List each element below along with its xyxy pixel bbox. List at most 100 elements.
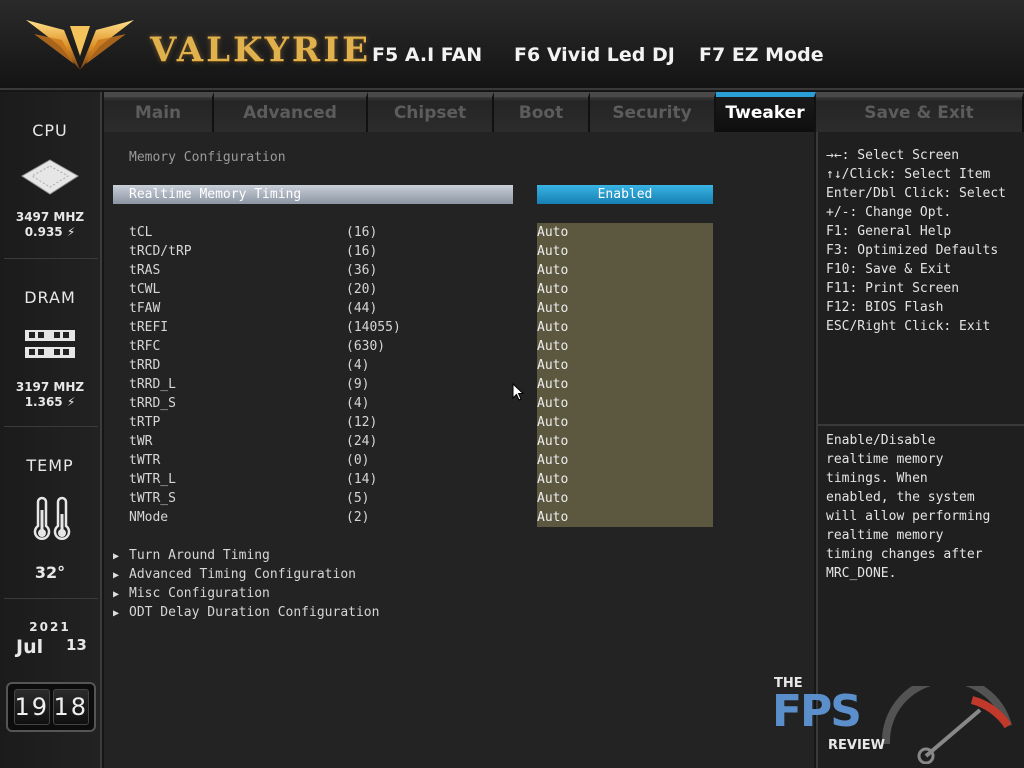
help-key-line: +/-: Change Opt.	[826, 205, 952, 220]
timing-row: tRRD_L (9) Auto	[104, 375, 814, 394]
timing-name: tRRD_S	[129, 396, 176, 411]
timing-current: (20)	[346, 282, 378, 297]
help-key-line: F3: Optimized Defaults	[826, 243, 999, 258]
timing-current: (4)	[346, 396, 370, 411]
timing-setting[interactable]: Auto	[537, 280, 713, 299]
timing-current: (0)	[346, 453, 370, 468]
help-key-line: Enter/Dbl Click: Select	[826, 186, 1007, 201]
submenu-label: Turn Around Timing	[129, 548, 270, 563]
temperature-value: 32°	[34, 563, 66, 582]
cpu-chip-icon	[21, 159, 79, 195]
timing-name: tWTR_L	[129, 472, 176, 487]
timing-setting[interactable]: Auto	[537, 394, 713, 413]
dram-voltage: 1.365	[24, 395, 63, 409]
dram-frequency: 3197 MHZ	[15, 380, 85, 394]
triangle-right-icon: ▶	[113, 551, 120, 562]
tab-bar: Main Advanced Chipset Boot Security Twea…	[104, 92, 1024, 132]
timing-name: tRRD_L	[129, 377, 176, 392]
help-description-line: realtime memory	[826, 452, 944, 467]
ez-mode-button[interactable]: F7 EZ Mode	[699, 44, 824, 66]
realtime-memory-timing-value[interactable]: Enabled	[537, 185, 713, 204]
timing-name: tREFI	[129, 320, 169, 335]
help-key-line: F12: BIOS Flash	[826, 300, 944, 315]
tab-boot[interactable]: Boot	[494, 92, 590, 132]
tab-main[interactable]: Main	[104, 92, 214, 132]
timing-row: tWTR (0) Auto	[104, 451, 814, 470]
timing-row: NMode (2) Auto	[104, 508, 814, 527]
cpu-voltage-row: 0.935 ⚡	[0, 225, 100, 239]
timing-setting[interactable]: Auto	[537, 413, 713, 432]
timing-row: tRRD (4) Auto	[104, 356, 814, 375]
timing-current: (16)	[346, 225, 378, 240]
timing-setting[interactable]: Auto	[537, 242, 713, 261]
brand-title: VALKYRIE	[150, 30, 372, 70]
tab-security[interactable]: Security	[590, 92, 716, 132]
timing-row: tRCD/tRP (16) Auto	[104, 242, 814, 261]
temp-label: TEMP	[26, 456, 74, 475]
submenu-turn-around-timing[interactable]: ▶ Turn Around Timing	[113, 546, 270, 565]
timing-setting[interactable]: Auto	[537, 489, 713, 508]
timing-current: (24)	[346, 434, 378, 449]
cpu-frequency: 3497 MHZ	[15, 210, 85, 224]
timing-setting[interactable]: Auto	[537, 223, 713, 242]
submenu-odt-delay-duration-configuration[interactable]: ▶ ODT Delay Duration Configuration	[113, 603, 379, 622]
valkyrie-wings-logo	[26, 20, 134, 70]
timing-setting[interactable]: Auto	[537, 299, 713, 318]
tab-save-exit[interactable]: Save & Exit	[816, 92, 1024, 132]
dram-label: DRAM	[24, 288, 76, 307]
timing-setting[interactable]: Auto	[537, 375, 713, 394]
vivid-led-dj-button[interactable]: F6 Vivid Led DJ	[514, 44, 675, 66]
date-day: 13	[66, 636, 87, 654]
timing-name: tRFC	[129, 339, 161, 354]
speedometer-icon	[881, 686, 1012, 764]
sidebar-divider	[4, 258, 98, 259]
tab-chipset[interactable]: Chipset	[368, 92, 494, 132]
timing-name: tRRD	[129, 358, 161, 373]
help-key-line: F1: General Help	[826, 224, 952, 239]
clock: 19 18	[6, 682, 96, 732]
timing-row: tRRD_S (4) Auto	[104, 394, 814, 413]
timing-setting[interactable]: Auto	[537, 356, 713, 375]
triangle-right-icon: ▶	[113, 608, 120, 619]
tab-advanced[interactable]: Advanced	[214, 92, 368, 132]
timing-name: tRAS	[129, 263, 161, 278]
help-key-line: F11: Print Screen	[826, 281, 960, 296]
timing-row: tWTR_S (5) Auto	[104, 489, 814, 508]
timing-name: tRCD/tRP	[129, 244, 192, 259]
tab-tweaker[interactable]: Tweaker	[716, 92, 816, 132]
help-panel: →←: Select Screen ↑↓/Click: Select Item …	[816, 132, 1024, 768]
timing-row: tWR (24) Auto	[104, 432, 814, 451]
timing-row: tCWL (20) Auto	[104, 280, 814, 299]
thermometer-icon	[33, 496, 71, 540]
timing-name: tFAW	[129, 301, 161, 316]
timing-name: NMode	[129, 510, 169, 525]
help-description-line: will allow performing	[826, 509, 991, 524]
timing-current: (14)	[346, 472, 378, 487]
timing-current: (630)	[346, 339, 386, 354]
ai-fan-button[interactable]: F5 A.I FAN	[372, 44, 482, 66]
timing-row: tRAS (36) Auto	[104, 261, 814, 280]
timing-setting[interactable]: Auto	[537, 432, 713, 451]
date-year: 2021	[29, 620, 71, 634]
timing-setting[interactable]: Auto	[537, 451, 713, 470]
timing-setting[interactable]: Auto	[537, 337, 713, 356]
mouse-pointer-icon	[512, 383, 524, 401]
help-key-line: F10: Save & Exit	[826, 262, 952, 277]
realtime-memory-timing-item[interactable]: Realtime Memory Timing	[113, 185, 513, 204]
submenu-misc-configuration[interactable]: ▶ Misc Configuration	[113, 584, 270, 603]
timing-setting[interactable]: Auto	[537, 508, 713, 527]
submenu-label: Misc Configuration	[129, 586, 270, 601]
status-sidebar: CPU 3497 MHZ 0.935 ⚡ DRAM 3197 MHZ 1.365…	[0, 92, 102, 768]
submenu-advanced-timing-configuration[interactable]: ▶ Advanced Timing Configuration	[113, 565, 356, 584]
timing-row: tRFC (630) Auto	[104, 337, 814, 356]
sidebar-divider	[4, 598, 98, 599]
triangle-right-icon: ▶	[113, 570, 120, 581]
timing-setting[interactable]: Auto	[537, 318, 713, 337]
help-description-line: realtime memory	[826, 528, 944, 543]
timing-current: (12)	[346, 415, 378, 430]
submenu-label: Advanced Timing Configuration	[129, 567, 356, 582]
timing-setting[interactable]: Auto	[537, 261, 713, 280]
triangle-right-icon: ▶	[113, 589, 120, 600]
timing-setting[interactable]: Auto	[537, 470, 713, 489]
help-description-line: timings. When	[826, 471, 928, 486]
